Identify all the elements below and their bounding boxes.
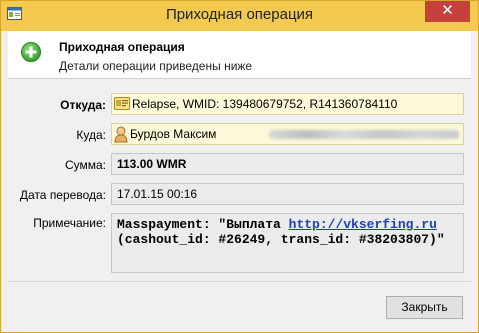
- window-title: Приходная операция: [165, 6, 314, 23]
- amount-label: Сумма:: [64, 158, 106, 172]
- dialog-window: Приходная операция ✕ Приходная операция …: [0, 0, 479, 333]
- from-value: Relapse, WMID: 139480679752, R1413607841…: [132, 97, 398, 111]
- to-field[interactable]: Бурдов Максим: [111, 123, 464, 145]
- note-prefix: Masspayment: "Выплата: [117, 217, 289, 232]
- amount-value: 113.00 WMR: [117, 157, 187, 171]
- amount-field[interactable]: 113.00 WMR: [111, 153, 464, 175]
- header-subtitle: Детали операции приведены ниже: [59, 59, 253, 73]
- dialog-header: Приходная операция Детали операции приве…: [8, 31, 471, 79]
- to-label: Куда:: [76, 128, 106, 142]
- add-green-icon: [21, 42, 41, 62]
- wmid-card-icon: [114, 97, 130, 110]
- date-value: 17.01.15 00:16: [117, 187, 198, 201]
- note-link[interactable]: http://vkserfing.ru: [289, 217, 437, 232]
- person-icon: [114, 126, 128, 143]
- to-value: Бурдов Максим: [130, 127, 217, 141]
- from-field[interactable]: Relapse, WMID: 139480679752, R1413607841…: [111, 93, 464, 115]
- date-field[interactable]: 17.01.15 00:16: [111, 183, 464, 205]
- dialog-footer: Закрыть: [8, 281, 471, 328]
- close-icon: ✕: [441, 2, 454, 19]
- date-label: Дата перевода:: [19, 188, 106, 202]
- close-button[interactable]: Закрыть: [386, 296, 463, 319]
- from-label: Откуда:: [60, 98, 106, 112]
- note-line-1: Masspayment: "Выплата http://vkserfing.r…: [117, 217, 458, 232]
- window-close-button[interactable]: ✕: [425, 1, 470, 22]
- note-field[interactable]: Masspayment: "Выплата http://vkserfing.r…: [111, 213, 464, 273]
- note-label: Примечание:: [33, 216, 106, 230]
- redacted-text: [269, 130, 459, 139]
- note-line-2: (cashout_id: #26249, trans_id: #38203807…: [117, 232, 445, 247]
- title-bar[interactable]: Приходная операция ✕: [1, 1, 478, 31]
- header-title: Приходная операция: [59, 40, 185, 54]
